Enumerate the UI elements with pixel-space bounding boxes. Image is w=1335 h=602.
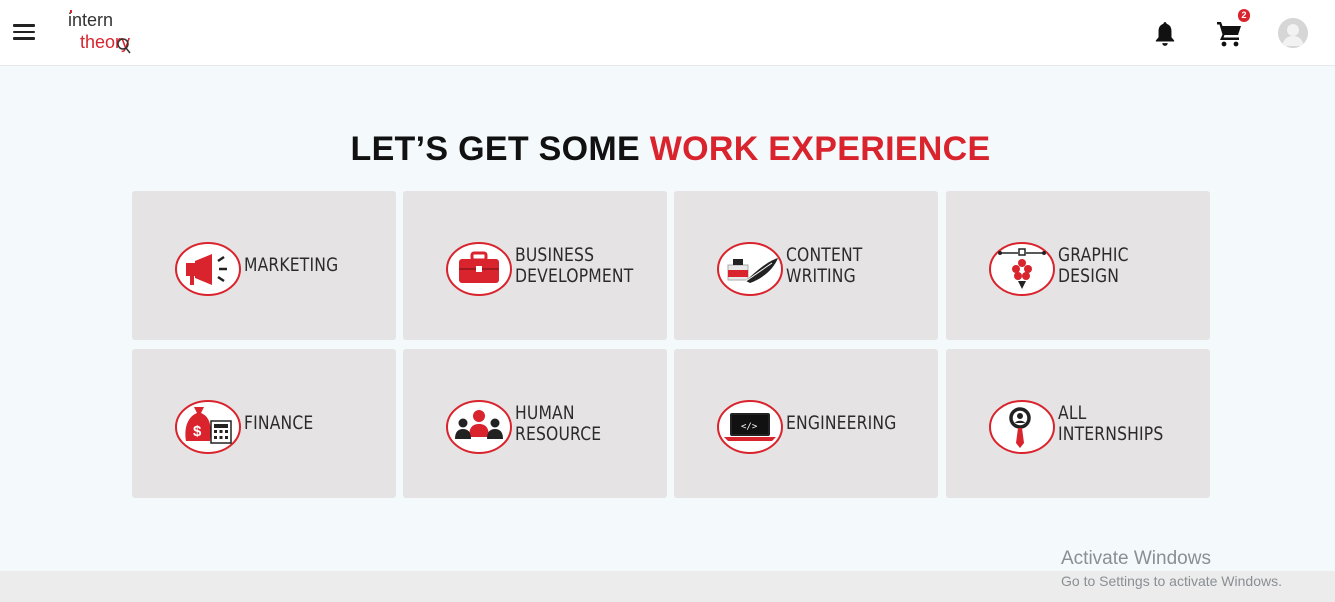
svg-text:</>: </> — [741, 422, 758, 432]
category-grid: MARKETING BUSINESS DEVELOPMENT CONTENT W… — [132, 191, 1210, 498]
user-icon — [1278, 18, 1308, 48]
category-label: ALL INTERNSHIPS — [1058, 401, 1164, 445]
category-card-content-writing[interactable]: CONTENT WRITING — [674, 191, 938, 340]
category-card-finance[interactable]: $ FINANCE — [132, 349, 396, 498]
category-label: MARKETING — [244, 254, 339, 276]
cart-count-badge: 2 — [1238, 9, 1250, 22]
page-title-accent: WORK EXPERIENCE — [649, 130, 991, 168]
watermark-title: Activate Windows — [1061, 548, 1211, 569]
megaphone-icon — [175, 242, 241, 296]
menu-icon[interactable] — [13, 24, 35, 42]
category-label: FINANCE — [244, 412, 314, 434]
briefcase-icon — [446, 242, 512, 296]
top-navbar: intern theory 2 — [0, 0, 1335, 66]
category-card-human-resource[interactable]: HUMAN RESOURCE — [403, 349, 667, 498]
category-label: CONTENT WRITING — [786, 243, 863, 287]
laptop-code-icon: </> — [717, 400, 783, 454]
bell-icon[interactable] — [1152, 20, 1178, 48]
search-tie-icon — [989, 400, 1055, 454]
logo[interactable]: intern theory — [68, 8, 158, 58]
avatar[interactable] — [1278, 18, 1308, 48]
svg-text:$: $ — [193, 423, 202, 440]
category-label: GRAPHIC DESIGN — [1058, 243, 1129, 287]
ink-quill-icon — [717, 242, 783, 296]
category-card-marketing[interactable]: MARKETING — [132, 191, 396, 340]
page-title-dark: LET’S GET SOME — [350, 130, 640, 168]
activate-windows-watermark: Activate Windows Go to Settings to activ… — [1061, 548, 1282, 589]
people-group-icon — [446, 400, 512, 454]
svg-text:intern: intern — [68, 10, 113, 30]
category-card-engineering[interactable]: </> ENGINEERING — [674, 349, 938, 498]
category-label: HUMAN RESOURCE — [515, 401, 602, 445]
pen-tool-icon — [989, 242, 1055, 296]
money-bag-calculator-icon: $ — [175, 400, 241, 454]
category-card-graphic-design[interactable]: GRAPHIC DESIGN — [946, 191, 1210, 340]
page-title: LET’S GET SOME WORK EXPERIENCE — [0, 130, 1335, 169]
watermark-subtitle: Go to Settings to activate Windows. — [1061, 573, 1282, 589]
category-label: BUSINESS DEVELOPMENT — [515, 243, 634, 287]
category-label: ENGINEERING — [786, 412, 897, 434]
category-card-all-internships[interactable]: ALL INTERNSHIPS — [946, 349, 1210, 498]
category-card-business-development[interactable]: BUSINESS DEVELOPMENT — [403, 191, 667, 340]
cart-icon[interactable] — [1215, 18, 1245, 48]
